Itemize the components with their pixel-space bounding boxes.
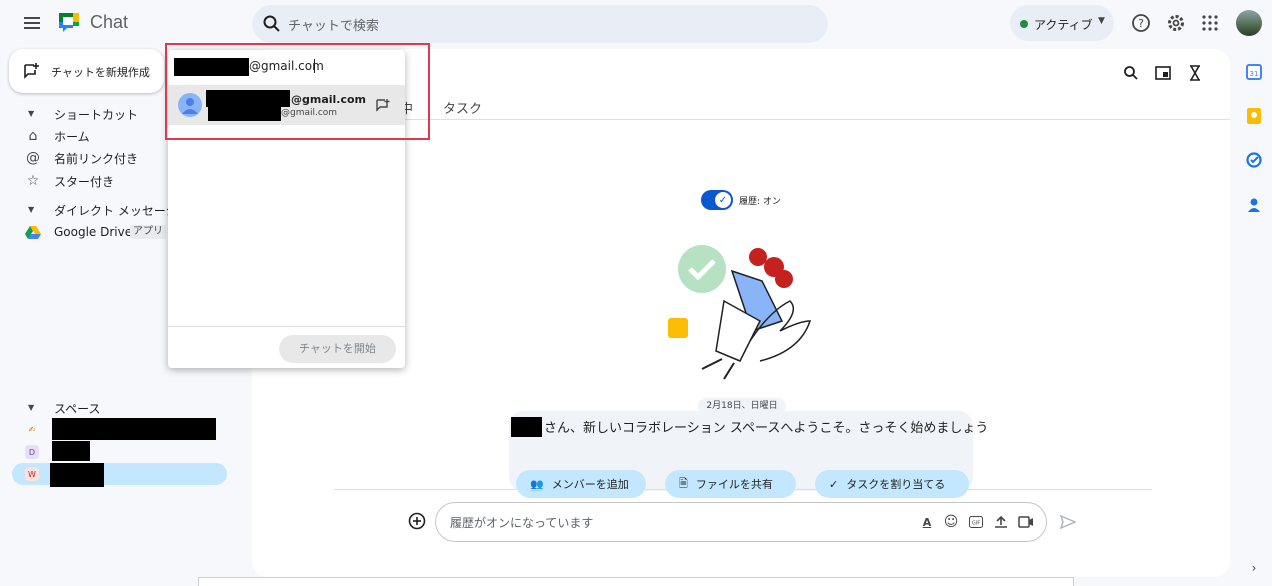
svg-text:?: ? <box>1138 17 1144 30</box>
spaces-header-label: スペース <box>54 402 101 416</box>
popup-divider <box>168 326 405 327</box>
status-dot <box>1020 20 1028 28</box>
calendar-icon[interactable]: 31 <box>1245 63 1263 81</box>
search-icon[interactable] <box>1121 63 1141 83</box>
status-label: アクティブ <box>1034 18 1093 32</box>
search-bar[interactable]: チャットで検索 <box>252 5 828 43</box>
start-chat-button[interactable]: チャットを開始 <box>279 335 396 363</box>
menu-icon[interactable] <box>20 12 44 34</box>
at-icon: @ <box>26 150 40 166</box>
history-toggle[interactable]: ✓ <box>701 190 733 210</box>
add-members-button[interactable]: 👥 メンバーを追加 <box>516 470 646 498</box>
tab-tasks[interactable]: タスク <box>443 98 482 117</box>
apps-icon[interactable] <box>1199 12 1221 34</box>
send-icon[interactable] <box>1058 512 1078 532</box>
keep-icon[interactable] <box>1245 107 1263 125</box>
sidebar-item-space[interactable]: W <box>12 463 227 487</box>
space-letter-icon: W <box>25 467 39 481</box>
redacted-space-name <box>50 463 104 487</box>
new-chat-icon <box>24 63 39 79</box>
sidebar-item-label: スター付き <box>54 175 115 189</box>
add-attachment-button[interactable] <box>407 511 427 531</box>
status-dropdown[interactable]: アクティブ ▼ <box>1010 5 1114 41</box>
app-title: Chat <box>90 12 129 32</box>
assign-tasks-button[interactable]: ✓ タスクを割り当てる <box>815 470 969 498</box>
composer-divider <box>334 489 1152 490</box>
google-drive-icon <box>24 224 42 242</box>
sidebar-item-label: ホーム <box>54 130 90 144</box>
bottom-window-edge <box>198 577 1074 586</box>
message-input[interactable]: 履歴がオンになっています A ☺ GIF <box>435 502 1047 542</box>
redacted-space-name <box>52 441 90 461</box>
annotation-highlight-box <box>165 43 430 140</box>
search-icon <box>263 15 280 32</box>
tab-divider <box>400 119 1230 120</box>
search-placeholder: チャットで検索 <box>288 19 379 34</box>
chevron-down-icon: ▼ <box>1098 16 1105 26</box>
avatar[interactable] <box>1236 10 1262 36</box>
video-call-icon[interactable] <box>1017 513 1035 531</box>
app-badge: アプリ <box>130 225 166 239</box>
contacts-icon[interactable] <box>1245 196 1263 214</box>
caret-down-icon: ▼ <box>28 205 35 214</box>
check-icon: ✓ <box>715 192 731 208</box>
new-chat-button[interactable]: チャットを新規作成 <box>9 49 164 93</box>
settings-icon[interactable] <box>1165 12 1187 34</box>
picture-in-picture-icon[interactable] <box>1153 63 1173 83</box>
chevron-right-icon[interactable]: › <box>1245 559 1263 577</box>
share-file-button[interactable]: 🗎 ファイルを共有 <box>665 470 796 498</box>
svg-text:31: 31 <box>1250 70 1259 78</box>
new-chat-label: チャットを新規作成 <box>51 66 150 79</box>
hourglass-icon[interactable] <box>1185 63 1205 83</box>
sidebar-item-space[interactable]: ✍ <box>12 418 227 440</box>
help-icon[interactable]: ? <box>1130 12 1152 34</box>
caret-down-icon: ▼ <box>28 403 35 412</box>
svg-text:GIF: GIF <box>972 521 980 527</box>
sidebar-item-space[interactable]: D <box>12 441 227 463</box>
top-bar: Chat チャットで検索 アクティブ ▼ ? <box>0 0 1272 46</box>
tasks-icon[interactable] <box>1245 151 1263 169</box>
dm-header-label: ダイレクト メッセージ <box>54 204 178 218</box>
history-label: 履歴: オン <box>739 197 781 207</box>
chat-logo <box>59 13 79 32</box>
emoji-icon[interactable]: ☺ <box>942 513 960 531</box>
spaces-section-header[interactable]: ▼ スペース <box>0 397 250 419</box>
sidebar-item-label: Google Drive <box>54 225 133 239</box>
sidebar-item-label: 名前リンク付き <box>54 152 139 166</box>
welcome-text: さん、新しいコラボレーション スペースへようこそ。さっそく始めましょう <box>544 421 989 436</box>
space-emoji-icon: ✍ <box>28 424 36 434</box>
message-placeholder: 履歴がオンになっています <box>450 516 594 530</box>
gif-icon[interactable]: GIF <box>967 513 985 531</box>
redacted-user-name <box>511 417 542 437</box>
welcome-illustration <box>668 245 812 380</box>
upload-icon[interactable] <box>992 513 1010 531</box>
home-icon: ⌂ <box>28 128 38 144</box>
format-text-icon[interactable]: A <box>918 513 936 531</box>
space-letter-icon: D <box>25 445 39 459</box>
redacted-space-name <box>52 418 216 440</box>
star-icon: ☆ <box>26 173 40 189</box>
caret-down-icon: ▼ <box>28 109 35 118</box>
shortcuts-header-label: ショートカット <box>54 108 139 122</box>
file-icon: 🗎 <box>679 476 688 490</box>
